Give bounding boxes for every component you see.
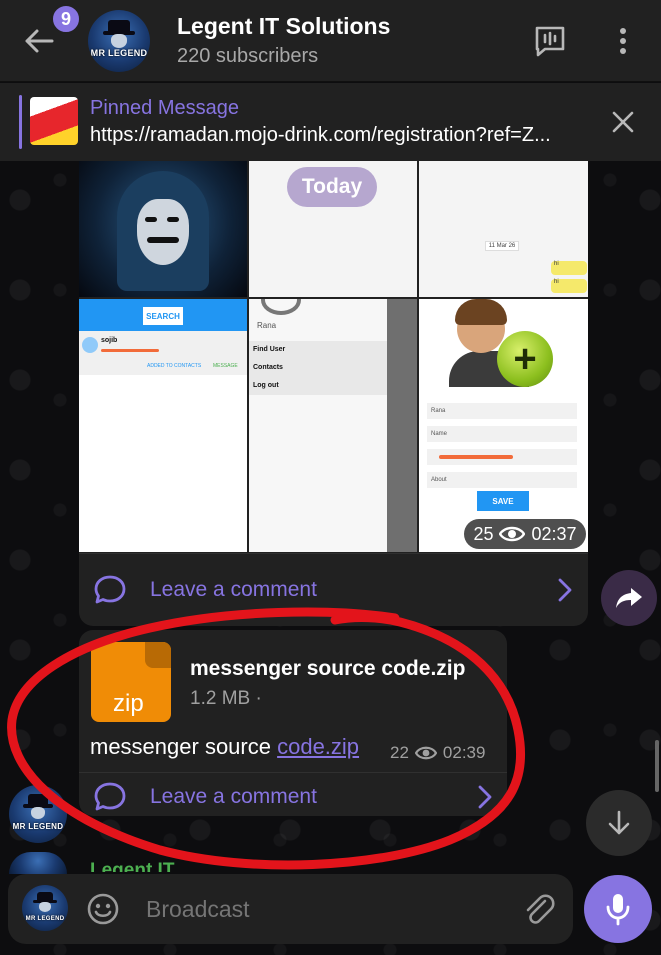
album-photo-1[interactable]	[79, 161, 247, 297]
form-field-about: About	[427, 472, 577, 488]
chevron-right-icon	[478, 785, 492, 809]
scrollbar[interactable]	[655, 740, 659, 792]
live-chat-icon	[535, 26, 565, 57]
file-comment-row[interactable]: Leave a comment	[79, 772, 507, 816]
album-photo-5[interactable]: Rana Find User Contacts Log out	[249, 299, 417, 552]
file-view-meta: 22 02:39	[390, 743, 485, 763]
chevron-right-icon	[558, 578, 572, 602]
avatar-label: MR LEGEND	[25, 916, 65, 922]
pinned-text[interactable]: https://ramadan.mojo-drink.com/registrat…	[90, 124, 590, 147]
zip-file-icon[interactable]: zip	[91, 642, 171, 722]
zip-icon-label: zip	[113, 690, 144, 717]
file-post: zip messenger source code.zip 1.2 MB · m…	[79, 630, 507, 816]
date-chip: 11 Mar 26	[485, 241, 519, 251]
send-as-avatar[interactable]: MR LEGEND	[22, 885, 68, 931]
menu-item-contacts: Contacts	[249, 359, 387, 377]
chat-bubble: hi	[551, 261, 587, 275]
album-photo-4[interactable]: SEARCH sojib ADDED TO CONTACTS MESSAGE	[79, 299, 247, 552]
chat-header: 9 MR LEGEND Legent IT Solutions 220 subs…	[0, 0, 661, 82]
caption-link[interactable]: code.zip	[277, 734, 359, 759]
comment-label: Leave a comment	[150, 785, 317, 808]
file-size: 1.2 MB ·	[190, 688, 262, 709]
live-stream-button[interactable]	[532, 24, 568, 58]
file-name[interactable]: messenger source code.zip	[190, 657, 490, 681]
menu-item-logout: Log out	[249, 377, 387, 395]
comment-icon	[94, 575, 126, 604]
back-arrow-icon	[25, 29, 54, 53]
eye-icon	[414, 746, 437, 760]
sender-avatar[interactable]: MR LEGEND	[9, 785, 67, 843]
eye-icon	[499, 526, 526, 542]
added-to-contacts-label: ADDED TO CONTACTS	[147, 363, 202, 369]
comment-icon	[94, 782, 126, 811]
caption-text: messenger source	[90, 734, 278, 759]
avatar-label: MR LEGEND	[12, 822, 64, 831]
pinned-indicator	[19, 95, 22, 149]
album-grid: Today 11 Mar 26 hi hi SEARCH sojib ADDED…	[79, 161, 588, 552]
arrow-down-icon	[608, 810, 630, 835]
share-arrow-icon	[616, 588, 642, 608]
message-label: MESSAGE	[213, 363, 238, 369]
comment-label: Leave a comment	[150, 578, 317, 601]
unread-badge: 9	[51, 4, 81, 34]
post-time: 02:37	[531, 523, 577, 544]
post-time: 02:39	[442, 743, 486, 762]
emoji-icon[interactable]	[86, 892, 120, 926]
microphone-button[interactable]	[584, 875, 652, 943]
album-post: Today 11 Mar 26 hi hi SEARCH sojib ADDED…	[79, 161, 588, 626]
microphone-icon	[606, 894, 630, 926]
scroll-down-button[interactable]	[586, 790, 652, 856]
close-icon	[612, 111, 634, 133]
album-view-meta: 25 02:37	[464, 519, 586, 549]
view-count: 22	[390, 743, 409, 762]
menu-user-name: Rana	[257, 321, 277, 330]
file-caption: messenger source code.zip	[90, 734, 359, 760]
channel-avatar[interactable]: MR LEGEND	[88, 10, 150, 72]
pinned-thumbnail	[30, 97, 78, 145]
add-profile-icon: +	[497, 331, 553, 387]
album-photo-6[interactable]: + Rana Name About SAVE	[419, 299, 588, 552]
chat-bubble: hi	[551, 279, 587, 293]
save-button-screenshot: SAVE	[477, 491, 529, 511]
album-photo-2[interactable]: Today	[249, 161, 417, 297]
menu-item-find-user: Find User	[249, 341, 387, 359]
pinned-message-bar[interactable]: Pinned Message https://ramadan.mojo-drin…	[0, 83, 661, 161]
form-field-name: Rana	[427, 403, 577, 419]
more-vertical-icon	[620, 28, 626, 54]
message-composer: MR LEGEND	[8, 874, 573, 944]
back-button[interactable]	[22, 24, 56, 58]
partial-sender-name: Legent IT Solutions	[90, 860, 175, 872]
channel-title[interactable]: Legent IT Solutions	[177, 13, 390, 40]
contact-name: sojib	[101, 337, 118, 344]
search-button-screenshot: SEARCH	[143, 307, 183, 325]
today-pill: Today	[287, 167, 377, 207]
avatar-label: MR LEGEND	[90, 48, 148, 58]
pinned-close-button[interactable]	[608, 107, 638, 137]
album-comment-row[interactable]: Leave a comment	[79, 553, 588, 626]
forward-button[interactable]	[601, 570, 657, 626]
pinned-title: Pinned Message	[90, 97, 239, 119]
broadcast-input[interactable]	[146, 896, 506, 923]
album-photo-3[interactable]: 11 Mar 26 hi hi	[419, 161, 588, 297]
more-menu-button[interactable]	[608, 24, 638, 58]
paperclip-icon[interactable]	[521, 892, 555, 926]
subscriber-count: 220 subscribers	[177, 45, 319, 67]
form-field-placeholder: Name	[427, 426, 577, 442]
view-count: 25	[473, 523, 494, 544]
